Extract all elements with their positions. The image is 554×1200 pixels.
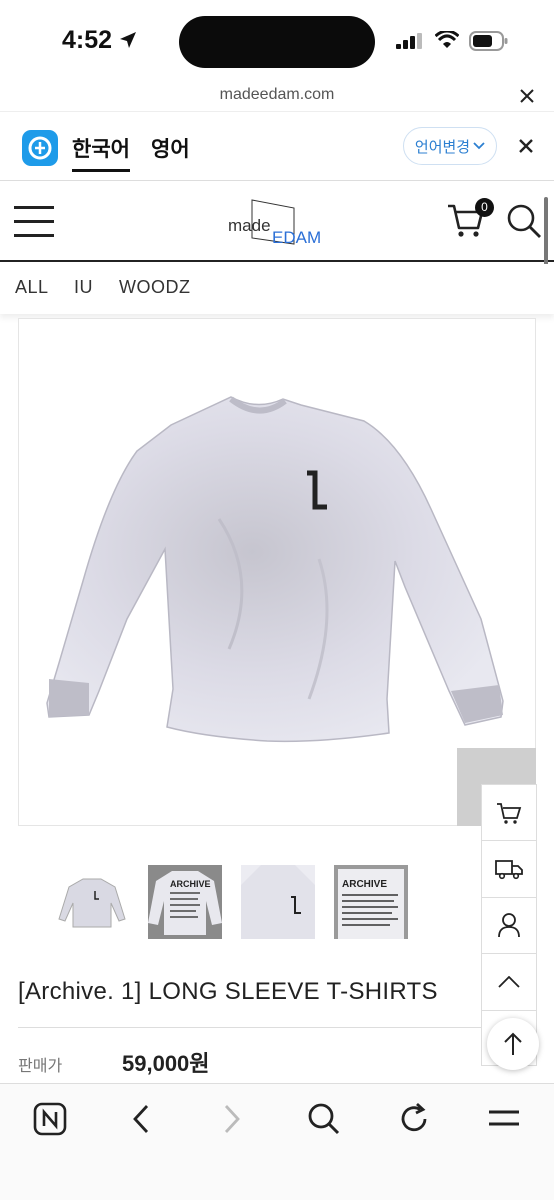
thumbnail-text: ARCHIVE (170, 879, 211, 889)
arrow-up-icon (504, 1032, 522, 1055)
price-label: 판매가 (18, 1058, 63, 1075)
site-header: made EDAM 0 (0, 182, 554, 262)
logo-edam: EDAM (272, 228, 321, 247)
side-cart-button[interactable] (482, 785, 536, 842)
reload-icon[interactable] (398, 1102, 430, 1136)
search-icon[interactable] (307, 1102, 341, 1136)
divider (18, 1027, 518, 1028)
category-iu[interactable]: IU (74, 277, 93, 298)
menu-icon[interactable] (14, 206, 54, 238)
language-tab-korean[interactable]: 한국어 (72, 133, 130, 172)
location-arrow-icon (120, 32, 136, 48)
side-scroll-up-button[interactable] (482, 954, 536, 1011)
status-time: 4:52 (62, 26, 113, 54)
url-bar[interactable]: madeedam.com (0, 80, 554, 112)
side-delivery-button[interactable] (482, 841, 536, 898)
cart-icon (497, 802, 522, 824)
close-icon[interactable] (520, 89, 534, 103)
logo-made: made (228, 216, 271, 235)
status-bar: 4:52 (0, 0, 554, 80)
language-bar: 한국어 영어 언어변경 (0, 113, 554, 181)
thumbnail-text: ARCHIVE (342, 879, 387, 890)
user-icon (498, 913, 520, 938)
close-icon[interactable] (518, 138, 534, 154)
translator-logo-icon (22, 130, 58, 166)
site-logo[interactable]: made EDAM (226, 194, 326, 250)
scroll-to-top-button[interactable] (487, 1018, 539, 1070)
browser-toolbar (0, 1083, 554, 1200)
side-account-button[interactable] (482, 898, 536, 955)
product-thumbnail[interactable] (241, 865, 315, 939)
chevron-down-icon (473, 142, 485, 150)
product-price: 59,000원 (122, 1051, 210, 1076)
forward-icon[interactable] (221, 1102, 243, 1136)
language-change-label: 언어변경 (414, 138, 471, 156)
category-nav: ALL IU WOODZ (0, 264, 554, 314)
battery-icon (469, 31, 508, 51)
dynamic-island (179, 16, 375, 68)
product-title: [Archive. 1] LONG SLEEVE T-SHIRTS (18, 978, 438, 1005)
chevron-up-icon (498, 975, 520, 988)
product-thumbnail[interactable] (55, 865, 129, 939)
language-tab-english[interactable]: 영어 (151, 133, 190, 163)
category-woodz[interactable]: WOODZ (119, 277, 191, 298)
category-all[interactable]: ALL (15, 277, 49, 298)
product-thumbnail[interactable]: ARCHIVE (148, 865, 222, 939)
search-icon[interactable] (506, 203, 542, 239)
url-text: madeedam.com (219, 86, 335, 103)
naver-icon[interactable] (33, 1102, 67, 1136)
language-change-button[interactable]: 언어변경 (403, 127, 497, 165)
back-icon[interactable] (130, 1102, 152, 1136)
menu-icon[interactable] (487, 1102, 521, 1136)
truck-icon (495, 860, 523, 880)
wifi-icon (435, 31, 459, 48)
signal-icon (396, 33, 422, 49)
product-thumbnail[interactable]: ARCHIVE (334, 865, 408, 939)
cart-count-badge: 0 (475, 198, 494, 217)
